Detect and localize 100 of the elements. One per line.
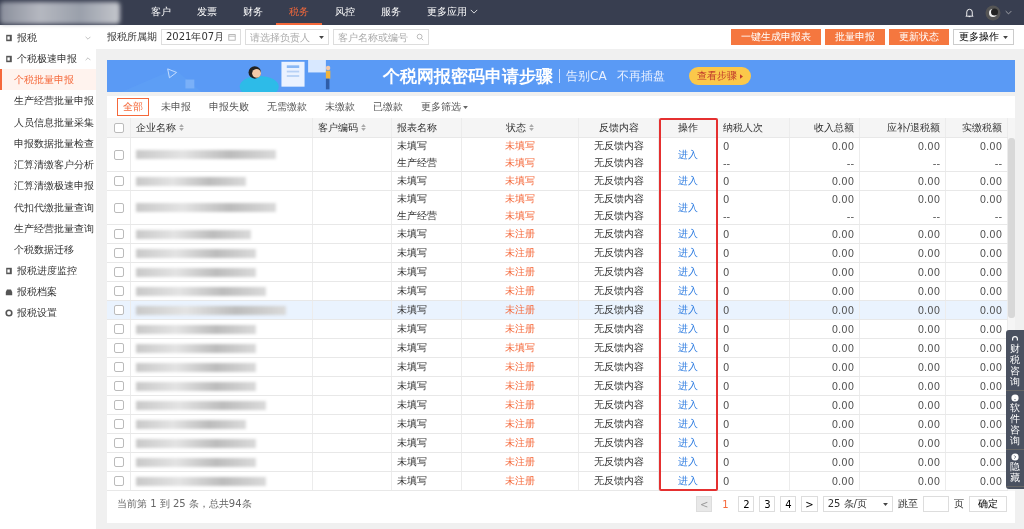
enter-link[interactable]: 进入: [678, 436, 698, 450]
enter-link[interactable]: 进入: [678, 227, 698, 241]
table-cell: 0.00: [831, 193, 854, 205]
sidebar-subitem[interactable]: 人员信息批量采集: [0, 111, 96, 133]
enter-link[interactable]: 进入: [678, 398, 698, 412]
checkbox[interactable]: [113, 438, 124, 448]
enter-link[interactable]: 进入: [678, 341, 698, 355]
filter-tab[interactable]: 无需缴款: [261, 98, 313, 116]
checkbox[interactable]: [113, 176, 124, 186]
chevron-down-icon: [85, 35, 91, 40]
status-text: 未填写: [505, 209, 535, 223]
sidebar-subitem[interactable]: 申报数据批量检查: [0, 132, 96, 155]
status-text: 未填写: [505, 139, 535, 153]
checkbox[interactable]: [113, 400, 124, 410]
owner-select[interactable]: 请选择负责人: [245, 29, 329, 45]
confirm-button[interactable]: 确定: [969, 496, 1007, 512]
chevron-down-icon: [470, 9, 478, 14]
page-button[interactable]: 4: [780, 496, 797, 512]
filter-tab[interactable]: 申报失败: [203, 98, 255, 116]
checkbox[interactable]: [113, 202, 124, 213]
table-cell: 0.00: [979, 175, 1002, 187]
enter-link[interactable]: 进入: [678, 265, 698, 279]
checkbox[interactable]: [113, 381, 124, 391]
banner-title: 个税网报密码申请步骤: [383, 64, 553, 88]
enter-link[interactable]: 进入: [678, 284, 698, 298]
float-panel-item[interactable]: 隐藏: [1006, 450, 1024, 487]
checkbox[interactable]: [113, 149, 124, 160]
nav-tab[interactable]: 客户: [138, 0, 184, 25]
filter-tab[interactable]: 未申报: [155, 98, 197, 116]
nav-tab[interactable]: 发票: [184, 0, 230, 25]
sidebar-item[interactable]: 报税设置: [0, 302, 96, 324]
table-cell: 0.00: [917, 342, 940, 354]
avatar-icon[interactable]: [985, 4, 1001, 21]
enter-link[interactable]: 进入: [678, 417, 698, 431]
sidebar-subitem[interactable]: 个税数据迁移: [0, 239, 96, 261]
checkbox[interactable]: [113, 229, 124, 239]
sidebar-item[interactable]: 报税进度监控: [0, 260, 96, 282]
report-name: 未填写: [397, 227, 427, 241]
enter-link[interactable]: 进入: [678, 174, 698, 188]
float-panel-item[interactable]: 财税咨询: [1006, 332, 1024, 391]
page-size-select[interactable]: 25 条/页: [822, 496, 893, 512]
sort-icon: [361, 124, 366, 131]
sidebar-item[interactable]: 个税极速申报: [0, 48, 96, 69]
filter-tab[interactable]: 未缴款: [319, 98, 361, 116]
enter-link[interactable]: 进入: [678, 246, 698, 260]
filter-tab[interactable]: 更多筛选: [415, 98, 474, 116]
sidebar-subitem[interactable]: 汇算清缴客户分析: [0, 154, 96, 176]
checkbox[interactable]: [113, 419, 124, 429]
page-button[interactable]: 3: [759, 496, 776, 512]
feedback-text: 无反馈内容: [593, 209, 644, 223]
nav-tab[interactable]: 服务: [368, 0, 414, 25]
enter-link[interactable]: 进入: [678, 474, 698, 488]
sidebar-subitem[interactable]: 生产经营批量查询: [0, 218, 96, 240]
enter-link[interactable]: 进入: [678, 379, 698, 393]
sidebar-subitem[interactable]: 汇算清缴极速申报: [0, 175, 96, 197]
checkbox[interactable]: [113, 248, 124, 258]
nav-tab[interactable]: 财务: [230, 0, 276, 25]
enter-link[interactable]: 进入: [678, 360, 698, 374]
checkbox[interactable]: [113, 324, 124, 334]
float-panel-item[interactable]: 软件咨询: [1006, 391, 1024, 450]
checkbox[interactable]: [113, 267, 124, 277]
enter-link[interactable]: 进入: [678, 147, 698, 162]
checkbox[interactable]: [113, 343, 124, 353]
page-unit-label: 页: [954, 497, 964, 511]
scrollbar-thumb[interactable]: [1008, 138, 1015, 318]
checkbox[interactable]: [113, 362, 124, 372]
date-field[interactable]: 2021年07月: [161, 29, 241, 45]
checkbox[interactable]: [113, 122, 124, 133]
more-actions-button[interactable]: 更多操作: [953, 29, 1014, 45]
filter-tab[interactable]: 已缴款: [367, 98, 409, 116]
nav-tab[interactable]: 风控: [322, 0, 368, 25]
sortable-column-header[interactable]: 状态: [506, 120, 534, 135]
headset-icon: [1011, 335, 1019, 343]
view-steps-button[interactable]: 查看步骤: [688, 67, 751, 85]
nav-tab[interactable]: 更多应用: [414, 0, 491, 25]
bell-icon[interactable]: [964, 7, 975, 18]
report-name: 未填写: [397, 303, 427, 317]
enter-link[interactable]: 进入: [678, 303, 698, 317]
checkbox[interactable]: [113, 457, 124, 467]
sidebar-subitem[interactable]: 生产经营批量申报: [0, 90, 96, 112]
enter-link[interactable]: 进入: [678, 322, 698, 336]
sidebar-subitem[interactable]: 代扣代缴批量查询: [0, 196, 96, 219]
page-button[interactable]: 2: [738, 496, 755, 512]
next-page-button[interactable]: >: [801, 496, 818, 512]
sidebar-item[interactable]: 报税: [0, 27, 96, 48]
sortable-column-header[interactable]: 企业名称: [136, 120, 184, 135]
sortable-column-header[interactable]: 客户编码: [318, 120, 366, 135]
highlighted-row[interactable]: 未填写 未注册 无反馈内容 进入 0 0.00 0.00 0.00: [107, 301, 1008, 320]
enter-link[interactable]: 进入: [678, 455, 698, 469]
chevron-down-icon[interactable]: [1005, 10, 1012, 15]
checkbox[interactable]: [113, 286, 124, 296]
sidebar-item[interactable]: 报税档案: [0, 281, 96, 303]
report-name: 生产经营: [397, 209, 437, 223]
table-cell: 0.00: [979, 266, 1002, 278]
checkbox[interactable]: [113, 476, 124, 486]
table-cell: 0: [723, 175, 730, 187]
page-input[interactable]: [923, 496, 949, 512]
enter-link[interactable]: 进入: [678, 200, 698, 215]
search-field[interactable]: 客户名称或编号: [333, 29, 429, 45]
checkbox[interactable]: [113, 305, 124, 315]
